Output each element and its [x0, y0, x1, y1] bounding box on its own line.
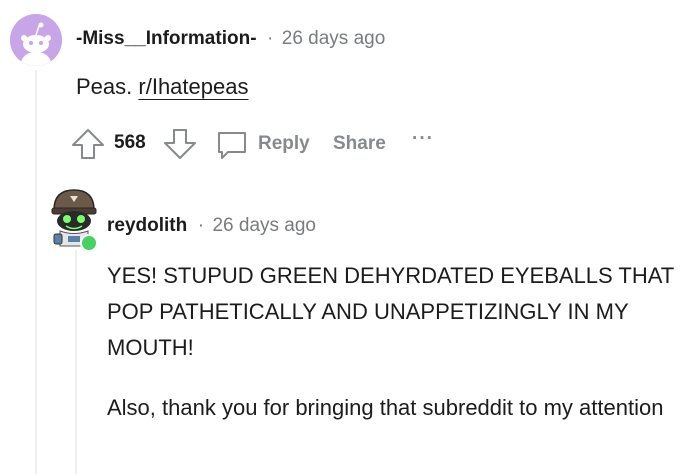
online-status-indicator [80, 234, 98, 252]
vote-score: 568 [114, 132, 146, 153]
thread-line-main[interactable] [35, 70, 37, 474]
upvote-icon[interactable] [70, 126, 106, 167]
comment-timestamp[interactable]: 26 days ago [212, 215, 316, 236]
avatar[interactable] [48, 188, 100, 252]
comment-timestamp[interactable]: 26 days ago [282, 28, 386, 49]
comment-body-text: Peas. [76, 74, 133, 99]
reply-label: Reply [258, 133, 310, 154]
comment-header: reydolith · 26 days ago [107, 215, 316, 237]
downvote-icon[interactable] [162, 126, 198, 167]
more-options-icon[interactable]: ··· [412, 128, 434, 150]
meta-separator: · [266, 28, 274, 49]
share-button[interactable]: Share [333, 133, 386, 155]
comment-body: Peas. r/Ihatepeas [76, 74, 248, 100]
thread-line-reply[interactable] [75, 250, 77, 474]
comment-username[interactable]: -Miss__Information- [76, 28, 257, 49]
comment-username[interactable]: reydolith [107, 215, 187, 236]
comment-body-paragraph: YES! STUPUD GREEN DEHYRDATED EYEBALLS TH… [107, 263, 674, 360]
comment-bubble-icon [218, 132, 246, 159]
snoo-avatar-icon [10, 14, 62, 66]
meta-separator: · [197, 215, 205, 236]
comment-body-paragraph: Also, thank you for bringing that subred… [107, 395, 664, 420]
comment-header: -Miss__Information- · 26 days ago [76, 28, 385, 50]
avatar[interactable] [10, 14, 62, 66]
subreddit-link[interactable]: r/Ihatepeas [138, 74, 248, 99]
comment-action-bar: 568 Reply Share ··· [70, 126, 470, 162]
